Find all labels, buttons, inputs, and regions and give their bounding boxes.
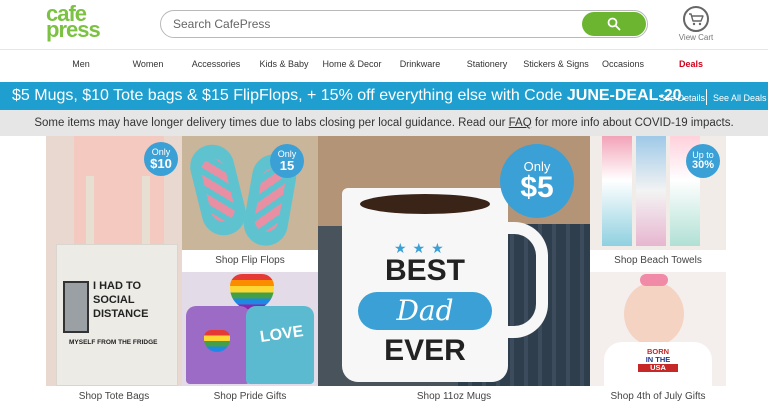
notice-text-before: Some items may have longer delivery time… — [34, 117, 509, 129]
promo-offer: $5 Mugs, $10 Tote bags & $15 FlipFlops, … — [12, 87, 567, 104]
promo-banner: $5 Mugs, $10 Tote bags & $15 FlipFlops, … — [0, 82, 768, 110]
pride-shirt-print: LOVE — [258, 323, 305, 346]
pride-shirt-blue: LOVE — [246, 306, 314, 384]
see-all-deals-link[interactable]: See All Deals — [713, 93, 767, 103]
tote-caption: Shop Tote Bags — [46, 386, 182, 408]
tile-beach-towels[interactable]: Up to 30% Shop Beach Towels — [590, 136, 726, 272]
tile-11oz-mugs[interactable]: ★★★ BEST Dad EVER Only $5 Shop 11oz Mugs — [318, 136, 590, 408]
search-icon — [607, 17, 621, 31]
nav-men[interactable]: Men — [72, 59, 90, 69]
nav-occasions[interactable]: Occasions — [602, 59, 644, 69]
mug-handle — [502, 222, 548, 338]
tile-tote-bags[interactable]: I HAD TO SOCIAL DISTANCE MYSELF FROM THE… — [46, 136, 182, 408]
view-cart-button[interactable]: View Cart — [676, 6, 716, 42]
tile-pride-gifts[interactable]: LOVE Shop Pride Gifts — [182, 272, 318, 408]
nav-home-decor[interactable]: Home & Decor — [322, 59, 381, 69]
tote-price-badge: Only $10 — [144, 142, 178, 176]
promo-text: $5 Mugs, $10 Tote bags & $15 FlipFlops, … — [12, 87, 686, 105]
tote-bag: I HAD TO SOCIAL DISTANCE MYSELF FROM THE… — [56, 244, 178, 386]
tote-print-line-1: I HAD TO — [93, 280, 142, 292]
towel-1 — [602, 136, 632, 246]
covid-notice: Some items may have longer delivery time… — [0, 110, 768, 136]
flip-flops-caption: Shop Flip Flops — [182, 250, 318, 272]
mug-print-line-3: EVER — [384, 334, 466, 367]
tote-print-line-4: MYSELF FROM THE FRIDGE — [69, 339, 158, 346]
faq-link[interactable]: FAQ — [509, 117, 532, 129]
site-header: cafe press View Cart — [0, 0, 768, 48]
cafepress-logo[interactable]: cafe press — [46, 3, 106, 42]
nav-deals[interactable]: Deals — [679, 59, 703, 69]
mug-badge-value: $5 — [520, 170, 554, 204]
tile-flip-flops[interactable]: Only 15 Shop Flip Flops — [182, 136, 318, 272]
cart-icon — [689, 13, 704, 26]
see-details-link[interactable]: See Details — [659, 93, 705, 103]
mug-coffee — [360, 194, 490, 214]
promo-divider — [706, 89, 707, 105]
flip-flop-left — [185, 140, 251, 240]
flip-flop-badge-value: 15 — [279, 158, 295, 173]
nav-stationery[interactable]: Stationery — [467, 59, 508, 69]
flip-flop-price-badge: Only 15 — [270, 144, 304, 178]
fridge-icon — [63, 281, 89, 333]
tote-print-line-2: SOCIAL — [93, 294, 135, 306]
tile-4th-of-july[interactable]: BORN IN THE USA Shop 4th of July Gifts — [590, 272, 726, 408]
towel-price-badge: Up to 30% — [686, 144, 720, 178]
baby-bow — [640, 274, 668, 286]
july-caption: Shop 4th of July Gifts — [590, 386, 726, 408]
nav-accessories[interactable]: Accessories — [192, 59, 241, 69]
nav-kids-baby[interactable]: Kids & Baby — [259, 59, 308, 69]
nav-stickers-signs[interactable]: Stickers & Signs — [523, 59, 589, 69]
category-nav: Men Women Accessories Kids & Baby Home &… — [0, 49, 768, 77]
tote-print-text: I HAD TO SOCIAL DISTANCE — [93, 279, 148, 321]
nav-drinkware[interactable]: Drinkware — [400, 59, 441, 69]
towel-2 — [636, 136, 666, 246]
towel-badge-value: 30% — [691, 159, 715, 171]
onesie-print: BORN IN THE USA — [638, 348, 678, 372]
mug-print-line-1: BEST — [384, 254, 465, 287]
baby-onesie: BORN IN THE USA — [604, 342, 712, 386]
nav-women[interactable]: Women — [133, 59, 164, 69]
logo-line-2: press — [46, 17, 101, 42]
search-button[interactable] — [582, 12, 646, 36]
search-bar — [160, 10, 648, 38]
notice-text-after: for more info about COVID-19 impacts. — [531, 117, 734, 129]
search-input[interactable] — [173, 15, 573, 33]
cart-label: View Cart — [678, 33, 714, 42]
mug-price-badge: Only $5 — [500, 144, 574, 218]
towels-caption: Shop Beach Towels — [590, 250, 726, 272]
mug-print-line-2: Dad — [358, 292, 492, 330]
flamingo-pattern-left — [198, 156, 238, 224]
rainbow-heart — [230, 274, 274, 310]
cart-icon-ring — [683, 6, 709, 32]
mugs-caption: Shop 11oz Mugs — [318, 386, 590, 408]
tote-print-line-3: DISTANCE — [93, 308, 149, 320]
mug-body: ★★★ BEST Dad EVER — [342, 188, 508, 382]
baby-face — [624, 282, 684, 346]
tote-badge-value: $10 — [150, 156, 172, 171]
onesie-print-line-3: USA — [638, 364, 678, 372]
pride-caption: Shop Pride Gifts — [182, 386, 318, 408]
